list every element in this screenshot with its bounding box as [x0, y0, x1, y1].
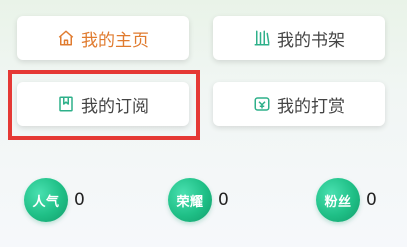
honor-count: 0 — [218, 190, 229, 210]
honor-badge: 荣耀 — [168, 178, 212, 222]
my-subscriptions-label: 我的订阅 — [81, 96, 149, 117]
popularity-badge: 人气 — [24, 178, 68, 222]
my-bookshelf-button[interactable]: 我的书架 — [213, 16, 385, 60]
my-homepage-button[interactable]: 我的主页 — [17, 16, 189, 60]
fans-badge: 粉丝 — [316, 178, 360, 222]
bookmark-icon — [59, 96, 73, 112]
profile-panel: 我的主页 我的书架 我的订阅 我的打赏 人气 0 荣耀 0 粉丝 0 — [0, 0, 407, 247]
popularity-count: 0 — [74, 190, 85, 210]
reward-icon — [254, 97, 270, 111]
my-subscriptions-button[interactable]: 我的订阅 — [17, 82, 189, 126]
my-homepage-label: 我的主页 — [81, 30, 149, 51]
house-icon — [58, 30, 74, 46]
fans-count: 0 — [366, 190, 377, 210]
my-bookshelf-label: 我的书架 — [277, 30, 345, 51]
honor-stat: 荣耀 0 — [168, 177, 229, 223]
fans-stat: 粉丝 0 — [316, 177, 377, 223]
bookshelf-icon — [254, 30, 270, 46]
popularity-stat: 人气 0 — [24, 177, 85, 223]
my-rewards-button[interactable]: 我的打赏 — [213, 82, 385, 126]
my-rewards-label: 我的打赏 — [277, 96, 345, 117]
